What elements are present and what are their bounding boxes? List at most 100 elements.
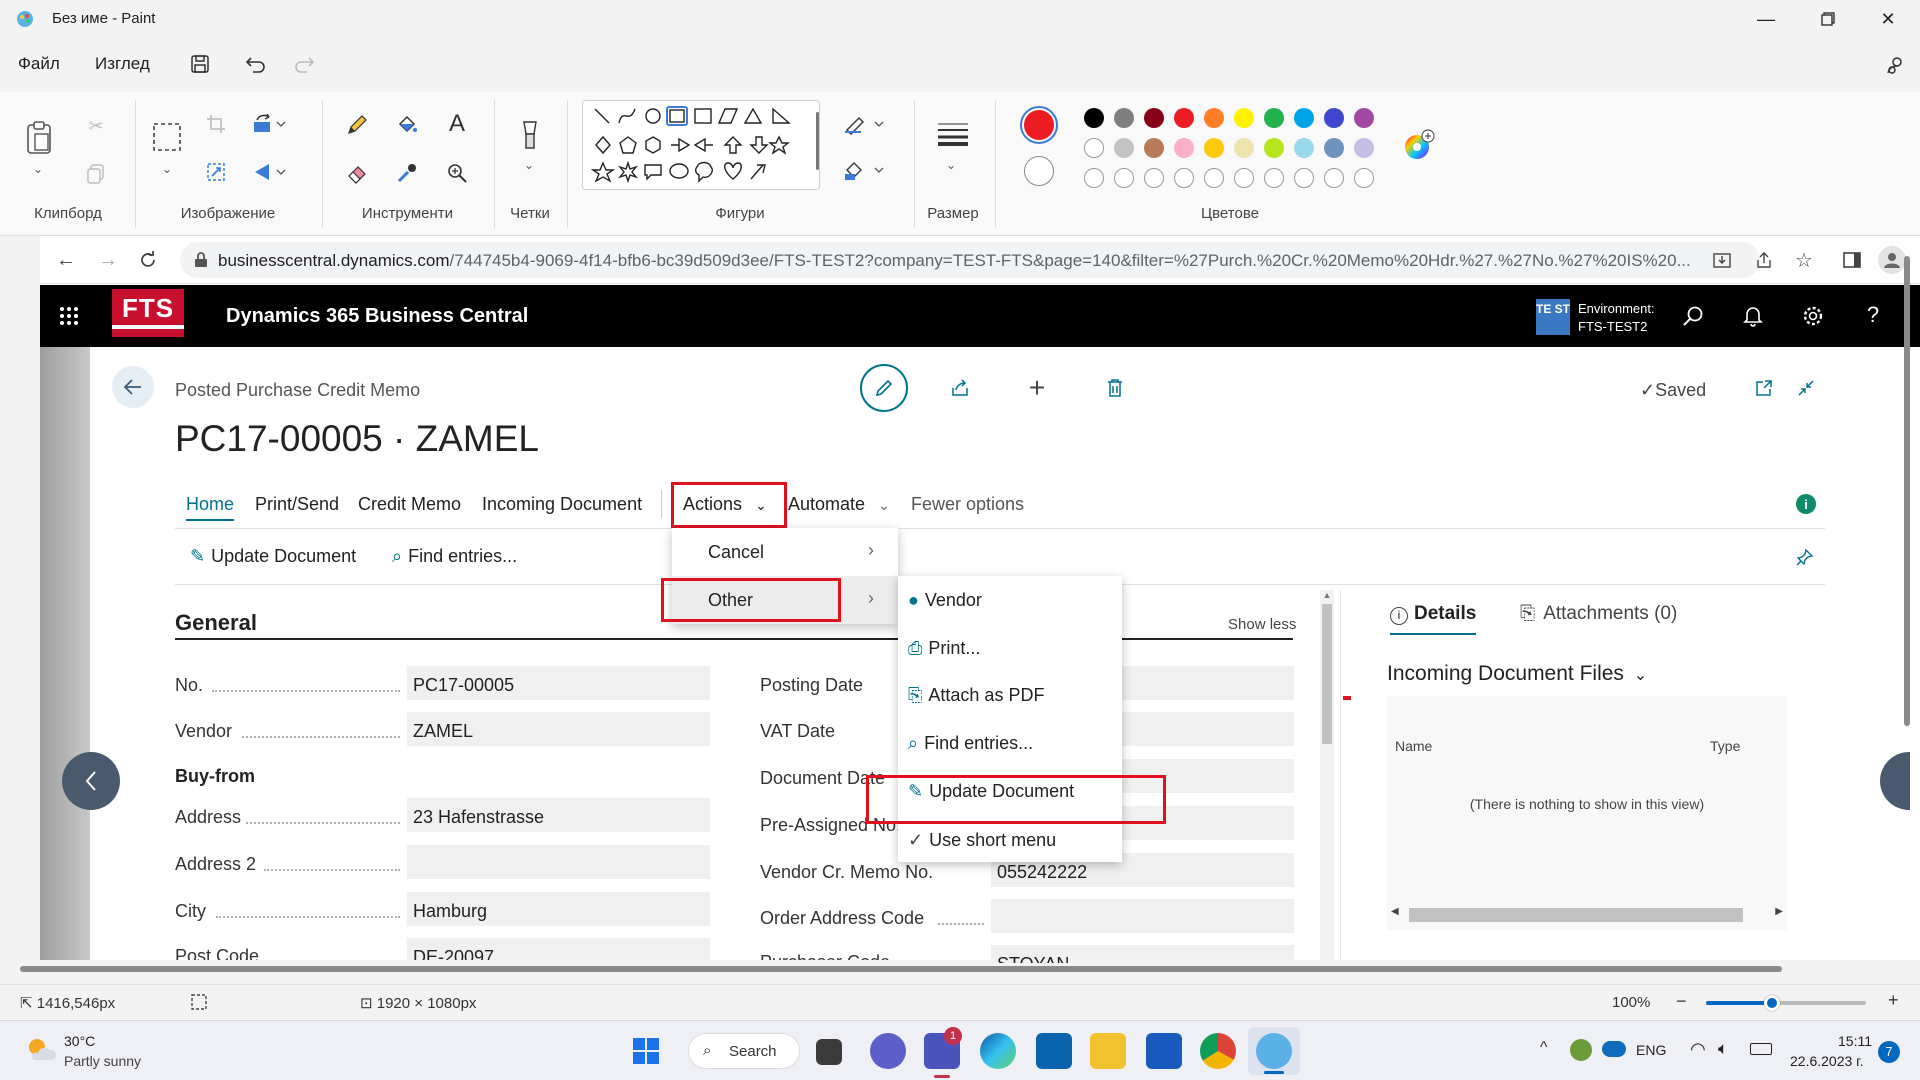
field-value-address-2[interactable] <box>407 845 710 879</box>
share-icon[interactable] <box>1882 52 1908 78</box>
field-value-purchaser-code[interactable]: STOYAN <box>991 945 1294 963</box>
side-panel-icon[interactable] <box>1840 248 1864 272</box>
profile-icon[interactable] <box>1878 246 1906 274</box>
task-view-icon[interactable] <box>816 1039 842 1065</box>
edit-pencil-button[interactable] <box>860 364 908 412</box>
weather-icon[interactable] <box>26 1035 56 1065</box>
palette-swatch[interactable] <box>1354 108 1374 128</box>
taskbar-search[interactable]: ⌕ Search <box>688 1033 800 1069</box>
paste-icon[interactable] <box>22 118 56 158</box>
maximize-button[interactable] <box>1800 0 1856 38</box>
palette-swatch[interactable] <box>1204 108 1224 128</box>
open-new-window-icon[interactable] <box>1752 376 1776 400</box>
factbox-tab-attachments[interactable]: ⎘ Attachments (0) <box>1520 603 1677 625</box>
file-explorer-icon[interactable] <box>1090 1033 1126 1069</box>
close-window-button[interactable]: ✕ <box>1860 0 1916 38</box>
palette-swatch[interactable] <box>1084 168 1104 188</box>
delete-icon[interactable] <box>1103 376 1127 400</box>
color1-swatch[interactable] <box>1020 106 1058 144</box>
select-dropdown-icon[interactable]: ⌄ <box>162 162 172 176</box>
eraser-icon[interactable] <box>344 160 370 186</box>
bookmark-star-icon[interactable]: ☆ <box>1792 248 1816 272</box>
reload-icon[interactable] <box>136 248 160 272</box>
help-icon[interactable]: ? <box>1860 301 1886 329</box>
previous-record-button[interactable] <box>62 752 120 810</box>
zoom-slider[interactable] <box>1706 995 1866 1011</box>
submenu-print[interactable]: ⎙ Print... <box>908 638 980 659</box>
color2-swatch[interactable] <box>1024 156 1054 186</box>
menu-file[interactable]: Файл <box>18 54 60 74</box>
shapes-gallery[interactable] <box>582 100 820 190</box>
tab-fewer-options[interactable]: Fewer options <box>911 494 1024 515</box>
palette-swatch[interactable] <box>1114 108 1134 128</box>
palette-swatch[interactable] <box>1234 138 1254 158</box>
palette-swatch[interactable] <box>1144 138 1164 158</box>
flip-icon[interactable] <box>252 160 288 184</box>
brush-icon[interactable] <box>516 118 544 152</box>
clock-date[interactable]: 22.6.2023 г. <box>1790 1053 1863 1069</box>
volume-icon[interactable]: 🔈︎ <box>1718 1039 1728 1059</box>
palette-swatch[interactable] <box>1174 138 1194 158</box>
shape-fill-icon[interactable] <box>842 158 888 184</box>
grid-horizontal-scrollbar[interactable]: ◀ ▶ <box>1391 906 1783 922</box>
rotate-icon[interactable] <box>252 112 288 136</box>
crop-icon[interactable] <box>204 112 228 136</box>
battery-icon[interactable] <box>1750 1043 1772 1055</box>
palette-swatch[interactable] <box>1234 108 1254 128</box>
outlook-icon[interactable] <box>1036 1033 1072 1069</box>
palette-swatch[interactable] <box>1234 168 1254 188</box>
start-windows-icon[interactable] <box>630 1035 662 1067</box>
paint-taskbar-button[interactable] <box>1248 1027 1300 1075</box>
tab-incoming-document[interactable]: Incoming Document <box>482 494 642 515</box>
palette-swatch[interactable] <box>1294 168 1314 188</box>
field-value-post-code[interactable]: DE-20097 <box>407 938 710 960</box>
copy-icon[interactable] <box>84 162 108 186</box>
canvas-horizontal-scrollbar[interactable] <box>20 966 1782 972</box>
show-less-link[interactable]: Show less <box>1228 616 1296 633</box>
palette-swatch[interactable] <box>1204 168 1224 188</box>
cut-icon[interactable]: ✂ <box>84 114 108 138</box>
magnifier-icon[interactable] <box>444 160 470 186</box>
tab-print-send[interactable]: Print/Send <box>255 494 339 515</box>
canvas-vertical-scrollbar[interactable] <box>1904 256 1910 726</box>
onedrive-icon[interactable] <box>1602 1041 1626 1057</box>
zoom-in-button[interactable]: + <box>1888 990 1899 1011</box>
palette-swatch[interactable] <box>1294 108 1314 128</box>
palette-swatch[interactable] <box>1324 138 1344 158</box>
save-icon[interactable] <box>188 52 212 76</box>
scroll-left-arrow[interactable]: ◀ <box>1391 906 1399 917</box>
palette-swatch[interactable] <box>1324 108 1344 128</box>
text-icon[interactable]: A <box>444 110 470 138</box>
palette-swatch[interactable] <box>1114 168 1134 188</box>
palette-swatch[interactable] <box>1264 168 1284 188</box>
minimize-button[interactable]: — <box>1738 0 1794 38</box>
field-value-city[interactable]: Hamburg <box>407 892 710 926</box>
clock-time[interactable]: 15:11 <box>1838 1033 1872 1049</box>
scroll-right-arrow[interactable]: ▶ <box>1775 906 1783 917</box>
factbox-tab-details[interactable]: i Details <box>1390 603 1477 635</box>
scrollbar-up-arrow[interactable]: ▲ <box>1320 590 1334 600</box>
zoom-slider-thumb[interactable] <box>1764 995 1780 1011</box>
undo-icon[interactable] <box>244 52 268 76</box>
edit-colors-icon[interactable] <box>1402 128 1436 162</box>
teams-app-icon[interactable]: 1 <box>924 1027 962 1069</box>
new-record-icon[interactable]: + <box>1025 372 1049 403</box>
palette-swatch[interactable] <box>1264 108 1284 128</box>
brush-dropdown-icon[interactable]: ⌄ <box>524 158 534 172</box>
palette-swatch[interactable] <box>1114 138 1134 158</box>
install-icon[interactable] <box>1710 248 1734 272</box>
shapes-scrollbar[interactable] <box>816 112 819 170</box>
color-picker-icon[interactable] <box>394 160 420 186</box>
app-launcher-icon[interactable] <box>56 303 82 329</box>
field-value-order-address-code[interactable] <box>991 899 1294 933</box>
outline-icon[interactable] <box>842 112 888 138</box>
pencil-icon[interactable] <box>344 112 370 138</box>
tab-automate[interactable]: Automate ⌄ <box>788 494 890 515</box>
grid-header-type[interactable]: Type <box>1710 738 1740 754</box>
palette-swatch[interactable] <box>1144 108 1164 128</box>
redo-icon[interactable] <box>292 52 316 76</box>
pin-icon[interactable] <box>1794 546 1816 568</box>
select-icon[interactable] <box>150 120 184 154</box>
word-icon[interactable] <box>1146 1033 1182 1069</box>
grid-header-name[interactable]: Name <box>1395 738 1432 754</box>
